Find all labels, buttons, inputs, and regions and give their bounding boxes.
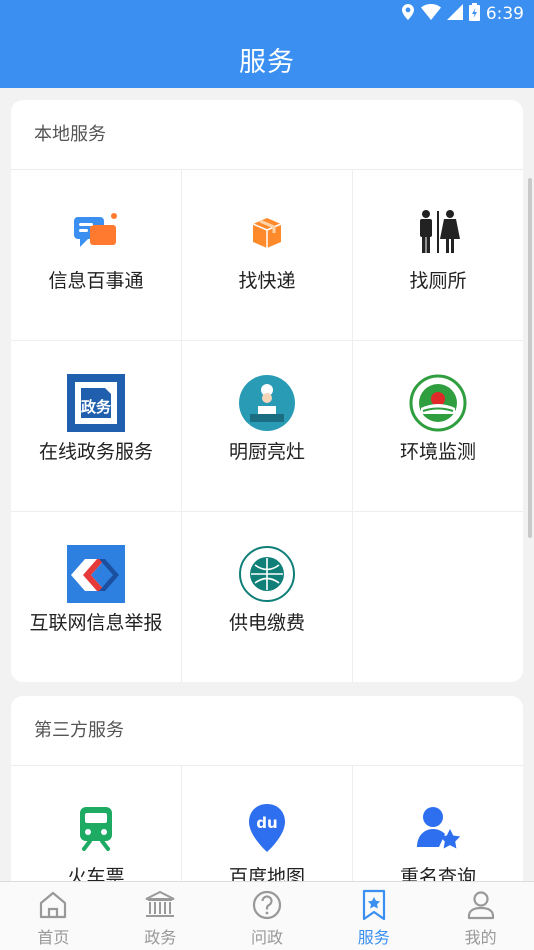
service-item-map[interactable]: du 百度地图	[182, 766, 353, 881]
train-icon	[67, 799, 125, 857]
service-label: 百度地图	[228, 866, 305, 881]
service-item-info[interactable]: 信息百事通	[11, 170, 182, 341]
service-label: 供电缴费	[228, 612, 305, 634]
service-item-name-search[interactable]: 重名查询	[353, 766, 523, 881]
service-label: 找厕所	[409, 270, 467, 292]
location-icon	[401, 4, 415, 24]
wifi-icon	[420, 4, 441, 24]
environment-monitor-icon	[409, 374, 467, 432]
tab-label: 我的	[464, 928, 497, 947]
restroom-icon	[409, 203, 467, 261]
service-item-express[interactable]: 找快递	[182, 170, 353, 341]
question-icon	[252, 890, 282, 920]
tab-services[interactable]: 服务	[320, 882, 427, 950]
third-party-title: 第三方服务	[11, 696, 523, 766]
service-item-restroom[interactable]: 找厕所	[353, 170, 523, 341]
service-label: 找快递	[238, 270, 296, 292]
service-item-gov[interactable]: 政务 在线政务服务	[11, 341, 182, 512]
local-services-title: 本地服务	[11, 100, 523, 170]
scrollbar-thumb[interactable]	[528, 178, 532, 538]
tab-label: 问政	[250, 928, 283, 947]
page-title: 服务	[239, 47, 295, 78]
local-services-card: 本地服务 信息百事通 找快递 找厕所 政务 在线政务服务 明厨亮灶 环境监测 互…	[11, 100, 523, 682]
user-star-icon	[409, 799, 467, 857]
tab-profile[interactable]: 我的	[427, 882, 534, 950]
battery-icon	[468, 3, 480, 25]
chef-kitchen-icon	[238, 374, 296, 432]
person-icon	[467, 891, 494, 920]
service-item-kitchen[interactable]: 明厨亮灶	[182, 341, 353, 512]
service-label: 火车票	[67, 866, 125, 881]
service-label: 信息百事通	[48, 270, 144, 292]
tab-government[interactable]: 政务	[107, 882, 214, 950]
bottom-tab-bar: 首页 政务 问政 服务 我的	[0, 881, 534, 950]
home-icon	[40, 891, 67, 919]
tab-label: 服务	[357, 928, 390, 947]
service-item-empty	[353, 512, 523, 682]
state-grid-icon	[238, 545, 296, 603]
service-item-train[interactable]: 火车票	[11, 766, 182, 881]
government-building-icon	[145, 890, 175, 917]
service-label: 明厨亮灶	[228, 441, 305, 463]
service-item-report[interactable]: 互联网信息举报	[11, 512, 182, 682]
app-header: 6:39 服务	[0, 0, 534, 88]
svg-text:du: du	[256, 814, 277, 832]
svg-text:政务: 政务	[81, 398, 112, 416]
third-party-grid: 火车票 du 百度地图 重名查询	[11, 766, 523, 881]
baidu-map-icon: du	[238, 799, 296, 857]
main-content[interactable]: 本地服务 信息百事通 找快递 找厕所 政务 在线政务服务 明厨亮灶 环境监测 互…	[0, 88, 534, 881]
status-bar: 6:39	[401, 0, 534, 28]
tab-label: 政务	[144, 928, 177, 947]
service-label: 重名查询	[399, 866, 476, 881]
gov-affairs-icon: 政务	[67, 374, 125, 432]
package-box-icon	[238, 203, 296, 261]
tab-label: 首页	[37, 928, 70, 947]
tab-home[interactable]: 首页	[0, 882, 107, 950]
bookmark-star-icon	[362, 889, 385, 921]
service-item-power[interactable]: 供电缴费	[182, 512, 353, 682]
service-label: 环境监测	[399, 441, 476, 463]
tab-inquiry[interactable]: 问政	[214, 882, 321, 950]
internet-report-icon	[67, 545, 125, 603]
signal-icon	[446, 4, 463, 24]
third-party-card: 第三方服务 火车票 du 百度地图 重名查询	[11, 696, 523, 881]
service-item-environment[interactable]: 环境监测	[353, 341, 523, 512]
local-services-grid: 信息百事通 找快递 找厕所 政务 在线政务服务 明厨亮灶 环境监测 互联网信息举…	[11, 170, 523, 682]
service-label: 互联网信息举报	[29, 612, 163, 634]
chat-bubbles-icon	[67, 203, 125, 261]
status-time: 6:39	[485, 4, 524, 24]
service-label: 在线政务服务	[38, 441, 153, 463]
